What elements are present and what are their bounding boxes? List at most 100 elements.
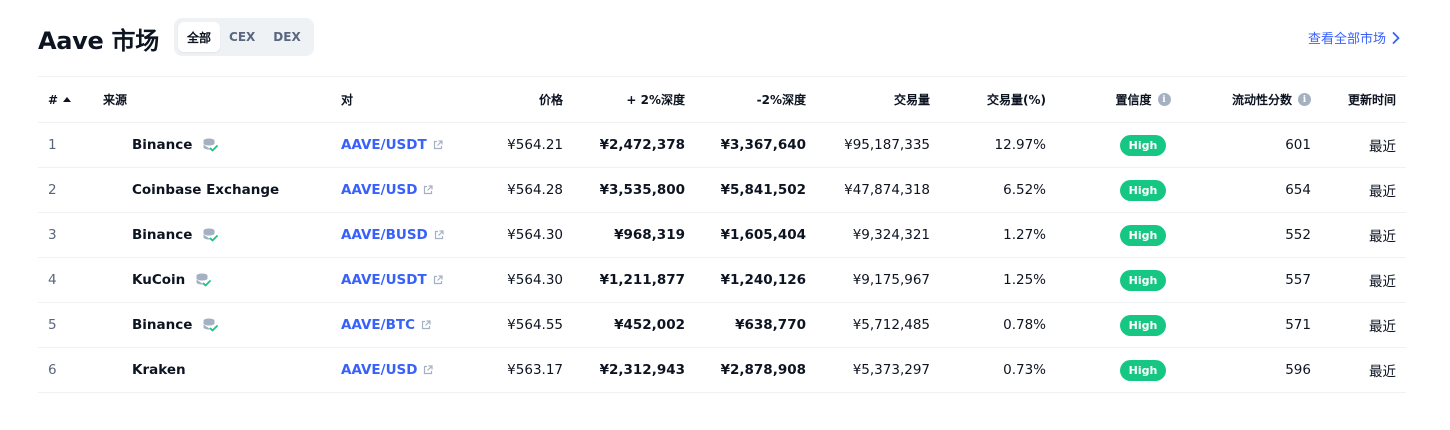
- pair-name: AAVE/BTC: [341, 317, 415, 333]
- exchange-link[interactable]: Binance: [132, 227, 219, 243]
- rank-number: 6: [48, 362, 57, 378]
- header-liquidity-label: 流动性分数: [1231, 93, 1292, 107]
- updated-time-value: 最近: [1369, 229, 1396, 245]
- pair-link[interactable]: AAVE/USDT: [341, 137, 443, 153]
- liquidity-score-value: 557: [1285, 272, 1311, 288]
- header-volume-pct[interactable]: 交易量(%): [930, 77, 1046, 122]
- table-body: 1 Binance AAVE/USDT ¥564.21 ¥2,472,378 ¥…: [38, 123, 1406, 393]
- header-source[interactable]: 来源: [103, 77, 323, 122]
- external-link-icon: [434, 230, 444, 240]
- external-link-icon: [424, 185, 434, 195]
- price-value: ¥564.28: [507, 182, 563, 198]
- volume-pct-value: 0.78%: [1003, 317, 1046, 333]
- exchange-link[interactable]: Coinbase Exchange: [132, 182, 279, 198]
- view-all-markets-label: 查看全部市场: [1307, 32, 1386, 47]
- table-row[interactable]: 6 Kraken AAVE/USD ¥563.17 ¥2,312,943 ¥2,…: [38, 348, 1406, 393]
- table-row[interactable]: 5 Binance AAVE/BTC ¥564.55 ¥452,002 ¥638…: [38, 303, 1406, 348]
- pair-link[interactable]: AAVE/BUSD: [341, 227, 444, 243]
- liquidity-score-value: 596: [1285, 362, 1311, 378]
- plus2-depth-value: ¥1,211,877: [599, 272, 685, 288]
- rank-number: 1: [48, 137, 57, 153]
- page-title: Aave 市场: [38, 27, 159, 55]
- pair-link[interactable]: AAVE/BTC: [341, 317, 431, 333]
- liquidity-score-value: 552: [1285, 227, 1311, 243]
- minus2-depth-value: ¥1,605,404: [720, 227, 806, 243]
- plus2-depth-value: ¥968,319: [614, 227, 685, 243]
- updated-time-value: 最近: [1369, 139, 1396, 155]
- exchange-name: Binance: [132, 227, 193, 243]
- pair-link[interactable]: AAVE/USDT: [341, 272, 443, 288]
- exchange-link[interactable]: Kraken: [132, 362, 186, 378]
- markets-table: # 来源 对 价格 + 2%深度 -2%深度 交易量 交易量(%) 置信度 i …: [38, 76, 1406, 393]
- verified-exchange-icon: [203, 138, 219, 152]
- pair-link[interactable]: AAVE/USD: [341, 182, 434, 198]
- table-row[interactable]: 1 Binance AAVE/USDT ¥564.21 ¥2,472,378 ¥…: [38, 123, 1406, 168]
- header-confidence-label: 置信度: [1115, 93, 1152, 107]
- header-volume[interactable]: 交易量: [806, 77, 930, 122]
- external-link-icon: [424, 365, 434, 375]
- price-value: ¥564.55: [507, 317, 563, 333]
- pair-name: AAVE/USDT: [341, 272, 427, 288]
- rank-number: 5: [48, 317, 57, 333]
- pair-link[interactable]: AAVE/USD: [341, 362, 434, 378]
- verified-exchange-icon: [203, 318, 219, 332]
- filter-dex-button[interactable]: DEX: [264, 22, 309, 52]
- exchange-link[interactable]: KuCoin: [132, 272, 212, 288]
- pair-name: AAVE/USD: [341, 362, 418, 378]
- price-value: ¥563.17: [507, 362, 563, 378]
- header-minus2-depth[interactable]: -2%深度: [686, 77, 806, 122]
- updated-time-value: 最近: [1369, 274, 1396, 290]
- exchange-link[interactable]: Binance: [132, 317, 219, 333]
- price-value: ¥564.30: [507, 227, 563, 243]
- liquidity-score-value: 571: [1285, 317, 1311, 333]
- exchange-name: Binance: [132, 137, 193, 153]
- markets-header: Aave 市场 全部 CEX DEX 查看全部市场: [38, 18, 1406, 58]
- volume-value: ¥5,373,297: [852, 362, 930, 378]
- info-icon[interactable]: i: [1298, 93, 1311, 106]
- table-row[interactable]: 3 Binance AAVE/BUSD ¥564.30 ¥968,319 ¥1,…: [38, 213, 1406, 258]
- header-updated[interactable]: 更新时间: [1311, 77, 1396, 122]
- volume-pct-value: 12.97%: [994, 137, 1046, 153]
- pair-name: AAVE/USDT: [341, 137, 427, 153]
- view-all-markets-link[interactable]: 查看全部市场: [1308, 28, 1400, 47]
- header-liquidity[interactable]: 流动性分数 i: [1151, 77, 1311, 122]
- minus2-depth-value: ¥1,240,126: [720, 272, 806, 288]
- header-price[interactable]: 价格: [453, 77, 563, 122]
- exchange-name: Coinbase Exchange: [132, 182, 280, 198]
- plus2-depth-value: ¥2,312,943: [599, 362, 685, 378]
- sort-ascending-icon: [63, 97, 72, 102]
- volume-value: ¥9,175,967: [852, 272, 930, 288]
- exchange-name: Binance: [132, 317, 193, 333]
- verified-exchange-icon: [203, 228, 219, 242]
- updated-time-value: 最近: [1369, 184, 1396, 200]
- volume-pct-value: 1.25%: [1003, 272, 1046, 288]
- table-row[interactable]: 2 Coinbase Exchange AAVE/USD ¥564.28 ¥3,…: [38, 168, 1406, 213]
- volume-pct-value: 1.27%: [1003, 227, 1046, 243]
- header-plus2-depth[interactable]: + 2%深度: [565, 77, 685, 122]
- price-value: ¥564.21: [507, 137, 563, 153]
- external-link-icon: [433, 140, 443, 150]
- pair-name: AAVE/BUSD: [341, 227, 428, 243]
- filter-all-button[interactable]: 全部: [178, 22, 221, 52]
- exchange-link[interactable]: Binance: [132, 137, 219, 153]
- volume-value: ¥9,324,321: [852, 227, 930, 243]
- minus2-depth-value: ¥638,770: [735, 317, 806, 333]
- header-rank-label: #: [48, 92, 59, 107]
- rank-number: 3: [48, 227, 57, 243]
- volume-value: ¥5,712,485: [852, 317, 930, 333]
- exchange-name: Kraken: [132, 362, 186, 378]
- chevron-right-icon: [1392, 31, 1400, 44]
- filter-cex-button[interactable]: CEX: [220, 22, 264, 52]
- table-header-row: # 来源 对 价格 + 2%深度 -2%深度 交易量 交易量(%) 置信度 i …: [38, 77, 1406, 123]
- minus2-depth-value: ¥3,367,640: [720, 137, 806, 153]
- plus2-depth-value: ¥452,002: [614, 317, 685, 333]
- exchange-name: KuCoin: [132, 272, 186, 288]
- market-type-filter: 全部 CEX DEX: [174, 18, 314, 56]
- header-rank[interactable]: #: [48, 77, 88, 122]
- plus2-depth-value: ¥3,535,800: [599, 182, 685, 198]
- table-row[interactable]: 4 KuCoin AAVE/USDT ¥564.30 ¥1,211,877 ¥1…: [38, 258, 1406, 303]
- volume-pct-value: 0.73%: [1003, 362, 1046, 378]
- volume-pct-value: 6.52%: [1003, 182, 1046, 198]
- rank-number: 4: [48, 272, 57, 288]
- updated-time-value: 最近: [1369, 364, 1396, 380]
